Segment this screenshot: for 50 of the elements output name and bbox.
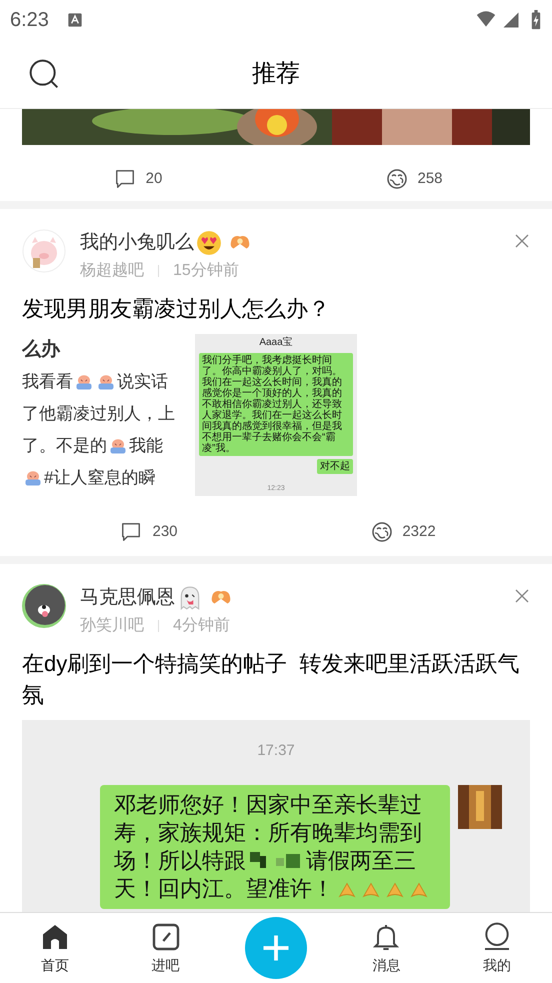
nav-tab[interactable]: 消息 — [372, 954, 400, 976]
image-text: 么办 — [22, 339, 60, 361]
message-text: 天！回内江。望准许！ — [114, 874, 334, 902]
message-text: 寿，家族规矩：所有晚辈均需到 — [114, 818, 422, 846]
sticker-icon — [108, 437, 128, 455]
image-text: 说实话 — [117, 371, 168, 393]
post-title[interactable]: 在dy刷到一个特搞笑的帖子 转发来吧里活跃活跃气氛 — [22, 648, 530, 710]
comment-icon[interactable] — [120, 521, 142, 543]
search-icon[interactable] — [28, 58, 60, 90]
reaction-icon[interactable] — [370, 520, 394, 544]
chat-bubble: 对不起 — [317, 459, 353, 474]
message-text: 场！所以特跟 — [114, 846, 246, 874]
post-time: 4分钟前 — [173, 616, 230, 636]
author-name[interactable]: 马克思佩恩 — [80, 584, 175, 612]
chat-timestamp: 17:37 — [257, 741, 295, 761]
avatar[interactable] — [22, 584, 66, 628]
signal-icon — [502, 11, 520, 29]
message-text: 请假两至三 — [306, 846, 416, 874]
comment-icon[interactable] — [114, 168, 136, 190]
sticker-icon — [96, 373, 116, 391]
sticker-icon — [74, 373, 94, 391]
keyboard-icon — [66, 12, 83, 28]
image-text: 我能 — [129, 435, 163, 457]
sticker-icon — [23, 469, 43, 487]
nav-tab[interactable]: 我的 — [482, 954, 511, 976]
emoji-heart-eyes-icon — [196, 230, 222, 256]
image-text: 了。不是的 — [22, 435, 107, 457]
pixelated-avatar — [458, 784, 502, 828]
image-text: 了他霸凌过别人，上 — [22, 403, 175, 425]
page-title: 推荐 — [252, 59, 300, 89]
battery-icon — [530, 10, 542, 30]
chat-contact: Aaaa宝 — [258, 336, 294, 350]
clock: 6:23 — [10, 8, 49, 33]
message-text: 邓老师您好！因家中至亲长辈过 — [114, 790, 422, 818]
plus-icon — [261, 933, 292, 963]
close-icon[interactable] — [514, 588, 530, 604]
close-icon[interactable] — [514, 233, 530, 249]
post-time: 15分钟前 — [173, 261, 239, 281]
image-text: 我看看 — [22, 371, 73, 393]
post-title[interactable]: 发现男朋友霸凌过别人怎么办？ — [22, 293, 530, 324]
image-text: #让人窒息的瞬 — [44, 467, 156, 489]
nav-tab[interactable]: 进吧 — [152, 954, 180, 976]
author-name[interactable]: 我的小兔叽么 — [80, 228, 194, 258]
comment-count: 20 — [146, 168, 162, 189]
chat-bubble: 我们分手吧，我考虑挺长时间了。你高中霸凌别人了，对吗。我们在一起这么长时间，我真的感觉你是一个顶好的人，我真的不敢相信你霸凌过别人，还导致人家退学。我们在一起这么长时间我真的感觉到很幸福，但是我不想用一辈子去赌你会不会“霸凌”我。 — [199, 353, 353, 456]
reaction-count: 2322 — [402, 522, 436, 542]
reaction-icon[interactable] — [385, 167, 410, 191]
reaction-count: 258 — [417, 168, 443, 189]
nav-tab[interactable]: 首页 — [41, 954, 70, 976]
comment-count: 230 — [152, 522, 178, 542]
